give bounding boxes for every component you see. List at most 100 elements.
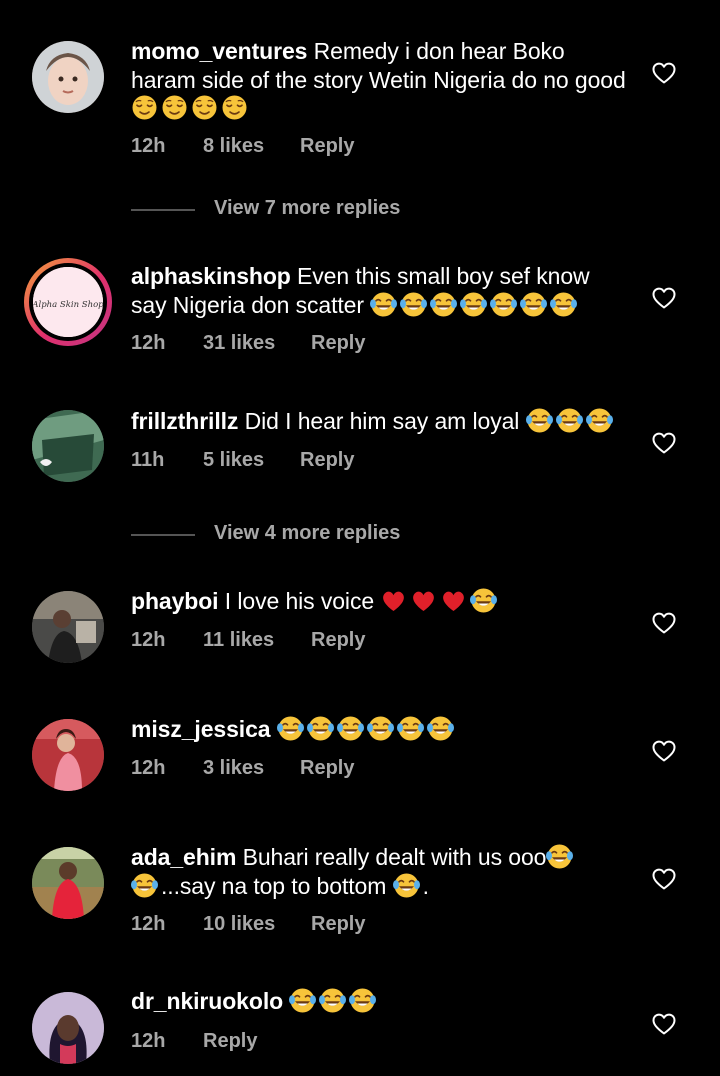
avatar-photo-icon [32, 719, 104, 791]
avatar-photo-icon [32, 41, 104, 113]
tears-of-joy-icon [490, 291, 517, 318]
comment-text: misz_jessica [131, 715, 631, 744]
comment-time: 12h [131, 332, 166, 354]
avatar-photo-icon [32, 992, 104, 1064]
tears-of-joy-icon [397, 715, 424, 742]
relieved-face-icon [221, 94, 248, 121]
relieved-face-icon [131, 94, 158, 121]
comment-time: 12h [131, 135, 166, 157]
tears-of-joy-icon [370, 291, 397, 318]
avatar-photo-icon [32, 847, 104, 919]
like-heart-icon[interactable] [652, 740, 676, 762]
tears-of-joy-icon [427, 715, 454, 742]
tears-of-joy-icon [400, 291, 427, 318]
comment-text: phayboi I love his voice [131, 587, 631, 616]
avatar-logo: Alpha Skin Shop [33, 267, 103, 337]
reply-button[interactable]: Reply [300, 449, 354, 472]
comment-time: 12h [131, 757, 166, 779]
tears-of-joy-icon [307, 715, 334, 742]
avatar[interactable] [32, 410, 104, 482]
like-heart-icon[interactable] [652, 62, 676, 84]
comment-time: 12h [131, 629, 166, 651]
view-more-replies-button[interactable]: View 4 more replies [131, 522, 431, 548]
comment-meta: 12h Reply [131, 1030, 257, 1053]
tears-of-joy-icon [460, 291, 487, 318]
comment-text: dr_nkiruokolo [131, 987, 631, 1016]
view-more-replies-label: View 4 more replies [214, 522, 401, 544]
comment-likes[interactable]: 31 likes [203, 332, 311, 355]
like-heart-icon[interactable] [652, 432, 676, 454]
avatar-photo-icon [32, 410, 104, 482]
avatar[interactable] [32, 847, 104, 919]
view-more-replies-label: View 7 more replies [214, 197, 401, 219]
comment-meta: 12h 10 likes Reply [131, 913, 365, 936]
avatar-photo-icon [32, 591, 104, 663]
comment-username[interactable]: momo_ventures [131, 38, 307, 64]
comment-likes[interactable]: 5 likes [203, 449, 300, 472]
reply-button[interactable]: Reply [300, 757, 354, 780]
comment-likes[interactable]: 11 likes [203, 629, 311, 652]
like-heart-icon[interactable] [652, 612, 676, 634]
comment-username[interactable]: frillzthrillz [131, 408, 238, 434]
comment-username[interactable]: phayboi [131, 588, 219, 614]
reply-button[interactable]: Reply [311, 913, 365, 936]
relieved-face-icon [191, 94, 218, 121]
tears-of-joy-icon [586, 407, 613, 434]
red-heart-icon [440, 587, 467, 614]
avatar[interactable] [32, 591, 104, 663]
comment-username[interactable]: dr_nkiruokolo [131, 988, 283, 1014]
comment-time: 12h [131, 1030, 166, 1052]
comment-username[interactable]: alphaskinshop [131, 263, 291, 289]
comment-text: ada_ehim Buhari really dealt with us ooo… [131, 843, 631, 900]
comment-meta: 12h 8 likes Reply [131, 135, 354, 158]
comment-username[interactable]: misz_jessica [131, 716, 271, 742]
comment-meta: 12h 3 likes Reply [131, 757, 354, 780]
comment-time: 11h [131, 449, 165, 471]
like-heart-icon[interactable] [652, 868, 676, 890]
tears-of-joy-icon [550, 291, 577, 318]
tears-of-joy-icon [430, 291, 457, 318]
avatar[interactable] [32, 41, 104, 113]
view-more-replies-button[interactable]: View 7 more replies [131, 197, 431, 223]
comment-body-continued: ...say na top to bottom [161, 872, 387, 899]
tears-of-joy-icon [470, 587, 497, 614]
comment-meta: 12h 31 likes Reply [131, 332, 365, 355]
tears-of-joy-icon [556, 407, 583, 434]
divider-line [131, 534, 195, 536]
comment-body: Did I hear him say am loyal [244, 408, 520, 434]
comment-likes[interactable]: 8 likes [203, 135, 300, 158]
comment-meta: 12h 11 likes Reply [131, 629, 365, 652]
like-heart-icon[interactable] [652, 287, 676, 309]
reply-button[interactable]: Reply [203, 1030, 257, 1053]
reply-button[interactable]: Reply [311, 332, 365, 355]
avatar[interactable]: Alpha Skin Shop [24, 258, 112, 346]
comment-likes[interactable]: 3 likes [203, 757, 300, 780]
reply-button[interactable]: Reply [311, 629, 365, 652]
comment-body: Buhari really dealt with us ooo [242, 844, 547, 870]
comment-text: frillzthrillz Did I hear him say am loya… [131, 407, 631, 436]
red-heart-icon [410, 587, 437, 614]
comment-time: 12h [131, 913, 166, 935]
script-logo-icon: Alpha Skin Shop [33, 267, 103, 337]
avatar[interactable] [32, 719, 104, 791]
comment-username[interactable]: ada_ehim [131, 844, 236, 870]
divider-line [131, 209, 195, 211]
tears-of-joy-icon [289, 987, 316, 1014]
tears-of-joy-icon [349, 987, 376, 1014]
comment-text: momo_ventures Remedy i don hear Boko har… [131, 37, 631, 123]
tears-of-joy-icon [520, 291, 547, 318]
tears-of-joy-icon [277, 715, 304, 742]
comment-meta: 11h 5 likes Reply [131, 449, 354, 472]
avatar[interactable] [32, 992, 104, 1064]
red-heart-icon [380, 587, 407, 614]
comment-body-end: . [422, 872, 429, 899]
tears-of-joy-icon [131, 872, 158, 899]
reply-button[interactable]: Reply [300, 135, 354, 158]
tears-of-joy-icon [526, 407, 553, 434]
relieved-face-icon [161, 94, 188, 121]
tears-of-joy-icon [546, 843, 573, 870]
tears-of-joy-icon [367, 715, 394, 742]
tears-of-joy-icon [319, 987, 346, 1014]
comment-likes[interactable]: 10 likes [203, 913, 311, 936]
like-heart-icon[interactable] [652, 1013, 676, 1035]
